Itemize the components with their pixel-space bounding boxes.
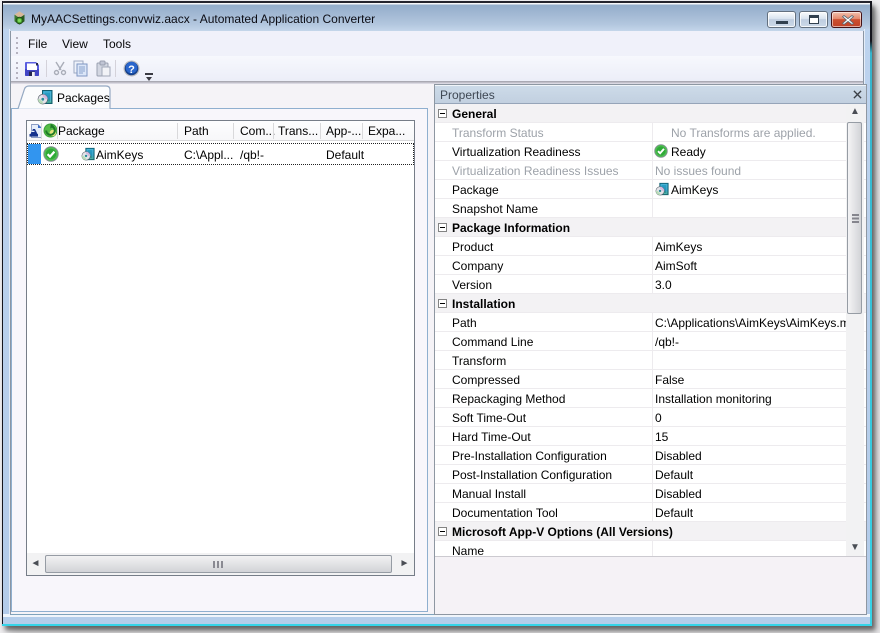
svg-text:?: ?	[128, 64, 135, 76]
